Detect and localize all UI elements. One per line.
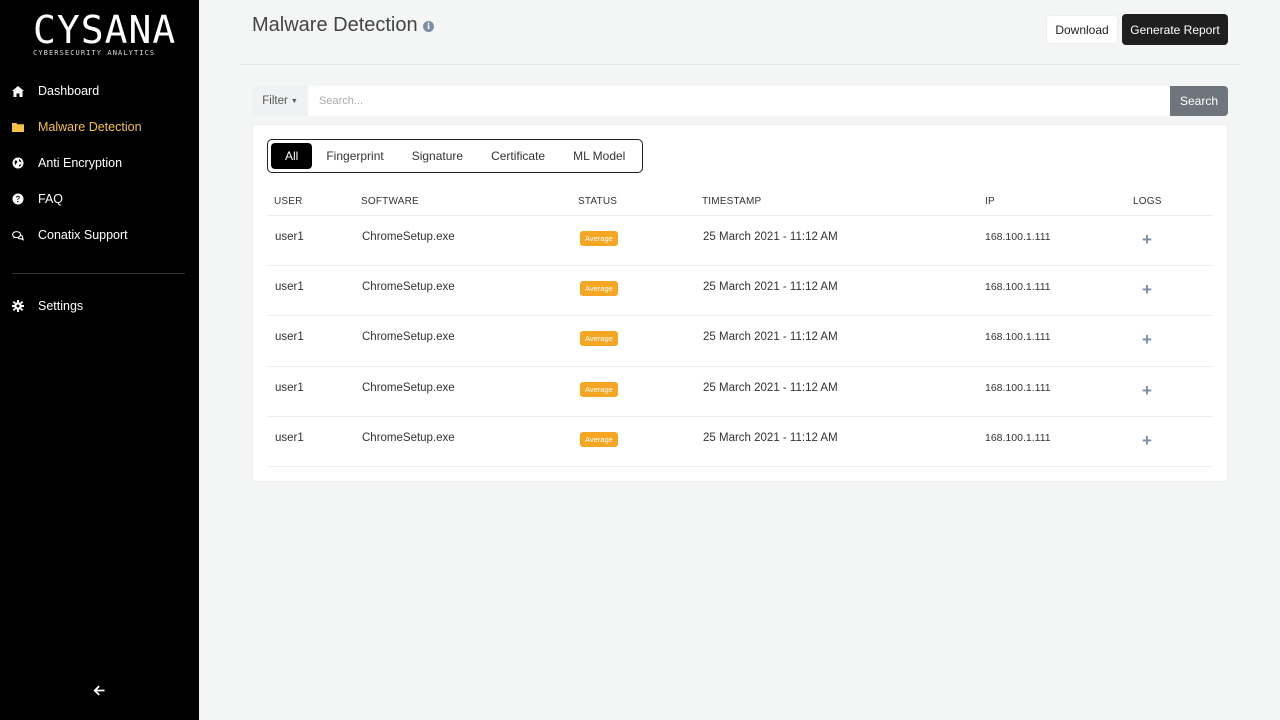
gear-icon [12, 300, 24, 312]
filter-dropdown[interactable]: Filter ▼ [252, 86, 308, 116]
home-icon [12, 85, 24, 97]
cell-timestamp: 25 March 2021 - 11:12 AM [703, 231, 838, 243]
expand-logs-plus-icon[interactable]: + [1142, 230, 1152, 250]
filter-label: Filter [262, 95, 288, 107]
page-title: Malware Detection [252, 14, 418, 36]
cell-ip: 168.100.1.111 [985, 281, 1051, 294]
sidebar: CYSANA CYBERSECURITY ANALYTICS Dashboard… [0, 0, 199, 720]
cell-timestamp: 25 March 2021 - 11:12 AM [703, 281, 838, 294]
cell-ip: 168.100.1.111 [985, 381, 1051, 394]
status-badge: Average [580, 331, 618, 347]
search-button[interactable]: Search [1170, 86, 1228, 116]
cell-software: ChromeSetup.exe [362, 331, 455, 344]
status-badge: Average [580, 431, 618, 447]
generate-report-button[interactable]: Generate Report [1122, 14, 1228, 45]
tab-certificate[interactable]: Certificate [477, 143, 559, 169]
expand-logs-plus-icon[interactable]: + [1142, 330, 1152, 350]
sidebar-collapse-button[interactable] [90, 682, 108, 700]
table-header: USER SOFTWARE STATUS TIMESTAMP IP LOGS [267, 188, 1213, 216]
sidebar-divider [12, 273, 185, 274]
cell-user: user1 [275, 281, 304, 294]
tab-all[interactable]: All [271, 143, 313, 169]
sidebar-item-label: FAQ [38, 192, 64, 206]
search-input[interactable] [308, 86, 1170, 116]
expand-logs-plus-icon[interactable]: + [1142, 280, 1152, 300]
cell-user: user1 [275, 231, 304, 243]
column-header-software[interactable]: SOFTWARE [361, 196, 419, 207]
tab-ml-model[interactable]: ML Model [559, 143, 639, 169]
column-header-logs[interactable]: LOGS [1133, 196, 1162, 207]
sidebar-item-malware-detection[interactable]: Malware Detection [0, 109, 199, 145]
sidebar-item-label: Malware Detection [38, 120, 142, 134]
arrow-left-icon [93, 683, 105, 700]
column-header-user[interactable]: USER [274, 196, 303, 207]
caret-down-icon: ▼ [290, 97, 298, 105]
question-icon [12, 193, 24, 205]
cell-software: ChromeSetup.exe [362, 231, 455, 243]
cell-software: ChromeSetup.exe [362, 381, 455, 394]
status-badge: Average [580, 381, 618, 397]
sidebar-item-label: Dashboard [38, 84, 100, 98]
status-badge: Average [580, 281, 618, 297]
tab-fingerprint[interactable]: Fingerprint [312, 143, 397, 169]
download-button[interactable]: Download [1046, 15, 1118, 44]
cell-timestamp: 25 March 2021 - 11:12 AM [703, 331, 838, 344]
expand-logs-plus-icon[interactable]: + [1142, 431, 1152, 451]
cell-ip: 168.100.1.111 [985, 431, 1051, 444]
sidebar-item-faq[interactable]: FAQ [0, 181, 199, 217]
sidebar-item-dashboard[interactable]: Dashboard [0, 73, 199, 109]
results-card: All Fingerprint Signature Certificate ML… [252, 124, 1228, 482]
column-header-ip[interactable]: IP [985, 196, 995, 207]
globe-icon [12, 157, 24, 169]
tab-signature[interactable]: Signature [398, 143, 477, 169]
cell-user: user1 [275, 331, 304, 344]
cell-ip: 168.100.1.111 [985, 231, 1051, 243]
cell-timestamp: 25 March 2021 - 11:12 AM [703, 381, 838, 394]
status-badge: Average [580, 231, 618, 246]
detection-type-tabs: All Fingerprint Signature Certificate ML… [267, 139, 644, 173]
table-row[interactable]: user1 ChromeSetup.exe Average 25 March 2… [267, 417, 1213, 467]
folder-icon [12, 121, 24, 133]
sidebar-item-label: Anti Encryption [38, 156, 123, 170]
search-bar: Filter ▼ Search [252, 86, 1228, 116]
sidebar-item-conatix-support[interactable]: Conatix Support [0, 217, 199, 253]
chat-icon [12, 229, 24, 241]
sidebar-item-anti-encryption[interactable]: Anti Encryption [0, 145, 199, 181]
sidebar-item-settings[interactable]: Settings [0, 288, 199, 324]
sidebar-settings-group: Settings [0, 288, 199, 324]
brand-tagline: CYBERSECURITY ANALYTICS [33, 49, 156, 57]
column-header-status[interactable]: STATUS [578, 196, 617, 207]
cell-user: user1 [275, 431, 304, 444]
sidebar-nav: Dashboard Malware Detection Anti Encrypt… [0, 73, 199, 253]
expand-logs-plus-icon[interactable]: + [1142, 381, 1152, 401]
cell-timestamp: 25 March 2021 - 11:12 AM [703, 431, 838, 444]
detections-table: USER SOFTWARE STATUS TIMESTAMP IP LOGS u… [267, 188, 1213, 467]
info-icon[interactable]: i [423, 21, 434, 32]
brand-name: CYSANA [33, 8, 177, 52]
table-row[interactable]: user1 ChromeSetup.exe Average 25 March 2… [267, 266, 1213, 317]
column-header-timestamp[interactable]: TIMESTAMP [702, 196, 761, 207]
cell-software: ChromeSetup.exe [362, 431, 455, 444]
table-row[interactable]: user1 ChromeSetup.exe Average 25 March 2… [267, 316, 1213, 367]
sidebar-item-label: Conatix Support [38, 228, 128, 242]
sidebar-item-label: Settings [38, 299, 84, 313]
cell-ip: 168.100.1.111 [985, 331, 1051, 344]
table-row[interactable]: user1 ChromeSetup.exe Average 25 March 2… [267, 367, 1213, 417]
cell-software: ChromeSetup.exe [362, 281, 455, 294]
header-divider [240, 64, 1240, 65]
brand-logo[interactable]: CYSANA CYBERSECURITY ANALYTICS [33, 8, 177, 57]
table-row[interactable]: user1 ChromeSetup.exe Average 25 March 2… [267, 216, 1213, 267]
cell-user: user1 [275, 381, 304, 394]
